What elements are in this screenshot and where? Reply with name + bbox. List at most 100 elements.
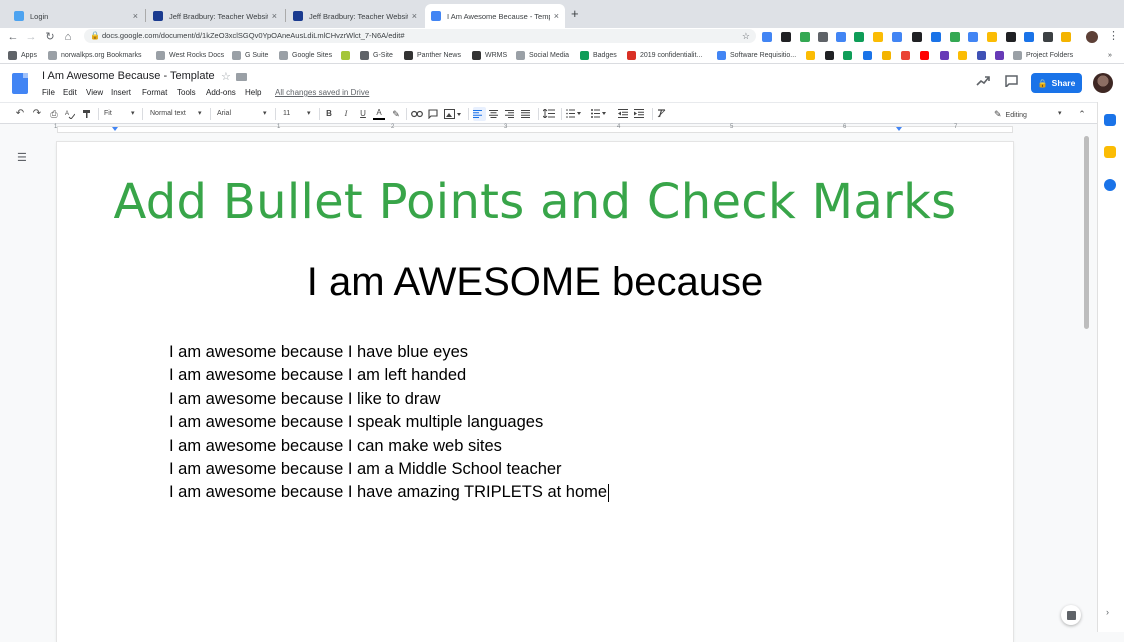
- bookmark-item[interactable]: [958, 49, 971, 61]
- tab-login[interactable]: Login ×: [8, 4, 144, 28]
- extension-icon[interactable]: [818, 32, 828, 42]
- bookmark-item[interactable]: norwalkps.org Bookmarks: [48, 49, 142, 61]
- explore-button[interactable]: [1061, 605, 1081, 625]
- left-indent-marker[interactable]: [112, 127, 118, 131]
- underline-button[interactable]: U: [357, 107, 369, 121]
- align-right-icon[interactable]: [505, 107, 518, 121]
- redo-icon[interactable]: ↷: [31, 107, 43, 121]
- heading-add-bullet-points[interactable]: Add Bullet Points and Check Marks: [57, 174, 1013, 230]
- back-icon[interactable]: ←: [6, 29, 20, 45]
- move-folder-icon[interactable]: [236, 73, 247, 81]
- tab-awesome-template[interactable]: I Am Awesome Because - Templ ×: [425, 4, 565, 28]
- vertical-scrollbar[interactable]: [1082, 134, 1091, 632]
- menu-format[interactable]: Format: [142, 88, 167, 97]
- paragraph-line[interactable]: I am awesome because I speak multiple la…: [169, 411, 609, 434]
- avatar[interactable]: [1093, 73, 1113, 93]
- bookmark-item[interactable]: Project Folders: [1013, 49, 1073, 61]
- bookmark-item[interactable]: West Rocks Docs: [156, 49, 224, 61]
- github-extension-icon[interactable]: [912, 32, 922, 42]
- extension-icon[interactable]: [1024, 32, 1034, 42]
- bookmark-item[interactable]: Badges: [580, 49, 617, 61]
- spellcheck-icon[interactable]: A: [65, 107, 77, 121]
- paragraph-line[interactable]: I am awesome because I can make web site…: [169, 435, 609, 458]
- keep-icon[interactable]: [1104, 146, 1116, 158]
- bookmark-item[interactable]: »: [1108, 49, 1112, 61]
- bookmark-item[interactable]: [977, 49, 990, 61]
- bookmark-item[interactable]: [940, 49, 953, 61]
- decrease-indent-icon[interactable]: [618, 107, 631, 121]
- expand-panel-icon[interactable]: ›: [1106, 607, 1109, 617]
- document-page[interactable]: Add Bullet Points and Check Marks I am A…: [57, 142, 1013, 642]
- calendar-extension-icon[interactable]: [931, 32, 941, 42]
- collapse-toolbar-icon[interactable]: ⌃: [1076, 107, 1088, 121]
- bookmark-item[interactable]: G Suite: [232, 49, 268, 61]
- scrollbar-thumb[interactable]: [1084, 136, 1089, 329]
- drive-extension-icon[interactable]: [836, 32, 846, 42]
- chrome-menu-icon[interactable]: ⋮: [1108, 29, 1119, 42]
- insert-link-icon[interactable]: [411, 107, 424, 121]
- bookmark-item[interactable]: Panther News: [404, 49, 461, 61]
- bookmark-item[interactable]: Social Media: [516, 49, 569, 61]
- grammarly-icon[interactable]: [800, 32, 810, 42]
- bookmark-item[interactable]: [825, 49, 838, 61]
- right-indent-marker[interactable]: [896, 127, 902, 131]
- menu-help[interactable]: Help: [245, 88, 261, 97]
- bookmark-item[interactable]: [882, 49, 895, 61]
- insert-image-icon[interactable]: [444, 107, 464, 121]
- classroom-extension-icon[interactable]: [950, 32, 960, 42]
- bookmark-item[interactable]: [901, 49, 914, 61]
- line-spacing-icon[interactable]: [543, 107, 557, 121]
- menu-view[interactable]: View: [86, 88, 103, 97]
- align-justify-icon[interactable]: [521, 107, 534, 121]
- paragraph-line-last[interactable]: I am awesome because I have amazing TRIP…: [169, 481, 610, 504]
- tab-teacher-website-1[interactable]: Jeff Bradbury: Teacher Website ×: [147, 4, 283, 28]
- keep-extension-icon[interactable]: [873, 32, 883, 42]
- close-tab-icon[interactable]: ×: [272, 11, 277, 21]
- extension-icon[interactable]: [1061, 32, 1071, 42]
- menu-addons[interactable]: Add-ons: [206, 88, 236, 97]
- italic-button[interactable]: I: [340, 107, 352, 121]
- undo-icon[interactable]: ↶: [14, 107, 26, 121]
- bookmark-item[interactable]: WRMS: [472, 49, 507, 61]
- editing-mode-select[interactable]: ✎ Editing ▾: [994, 107, 1070, 121]
- document-title[interactable]: I Am Awesome Because - Template: [42, 70, 215, 82]
- bookmark-item[interactable]: [806, 49, 819, 61]
- extension-icon[interactable]: [781, 32, 791, 42]
- docs-extension-icon[interactable]: [892, 32, 902, 42]
- close-tab-icon[interactable]: ×: [133, 11, 138, 21]
- screencastify-icon[interactable]: [762, 32, 772, 42]
- align-center-icon[interactable]: [489, 107, 502, 121]
- star-icon[interactable]: ☆: [742, 29, 750, 43]
- url-input[interactable]: 🔒 docs.google.com/document/d/1kZeO3xclSG…: [84, 29, 756, 43]
- extension-icon[interactable]: [1043, 32, 1053, 42]
- menu-edit[interactable]: Edit: [63, 88, 77, 97]
- home-icon[interactable]: ⌂: [61, 29, 75, 45]
- paint-format-icon[interactable]: [82, 107, 94, 121]
- align-left-icon[interactable]: [473, 107, 486, 121]
- menu-tools[interactable]: Tools: [177, 88, 196, 97]
- clear-formatting-icon[interactable]: [657, 107, 670, 121]
- bookmark-item[interactable]: 2019 confidentialit...: [627, 49, 702, 61]
- bookmark-item[interactable]: G-Site: [360, 49, 393, 61]
- close-tab-icon[interactable]: ×: [412, 11, 417, 21]
- profile-avatar[interactable]: [1086, 31, 1098, 43]
- paragraph-line[interactable]: I am awesome because I have blue eyes: [169, 341, 609, 364]
- paragraph-line[interactable]: I am awesome because I am left handed: [169, 364, 609, 387]
- bookmark-item[interactable]: [920, 49, 933, 61]
- zoom-select[interactable]: Fit ▾: [104, 107, 138, 121]
- insert-comment-icon[interactable]: [428, 107, 440, 121]
- docs-logo-icon[interactable]: [12, 73, 28, 94]
- heading-i-am-awesome[interactable]: I am AWESOME because: [57, 260, 1013, 305]
- bookmark-item[interactable]: [341, 49, 354, 61]
- bookmark-item[interactable]: [843, 49, 856, 61]
- font-size-select[interactable]: 11 ▾: [283, 107, 315, 121]
- new-tab-button[interactable]: +: [571, 6, 579, 21]
- tasks-icon[interactable]: [1104, 179, 1116, 191]
- font-select[interactable]: Arial ▾: [217, 107, 271, 121]
- body-paragraphs[interactable]: I am awesome because I have blue eyes I …: [169, 341, 610, 505]
- menu-file[interactable]: File: [42, 88, 55, 97]
- bookmark-item[interactable]: [995, 49, 1008, 61]
- activity-trend-icon[interactable]: [976, 75, 990, 87]
- extension-icon[interactable]: [1006, 32, 1016, 42]
- reload-icon[interactable]: ↻: [43, 29, 57, 45]
